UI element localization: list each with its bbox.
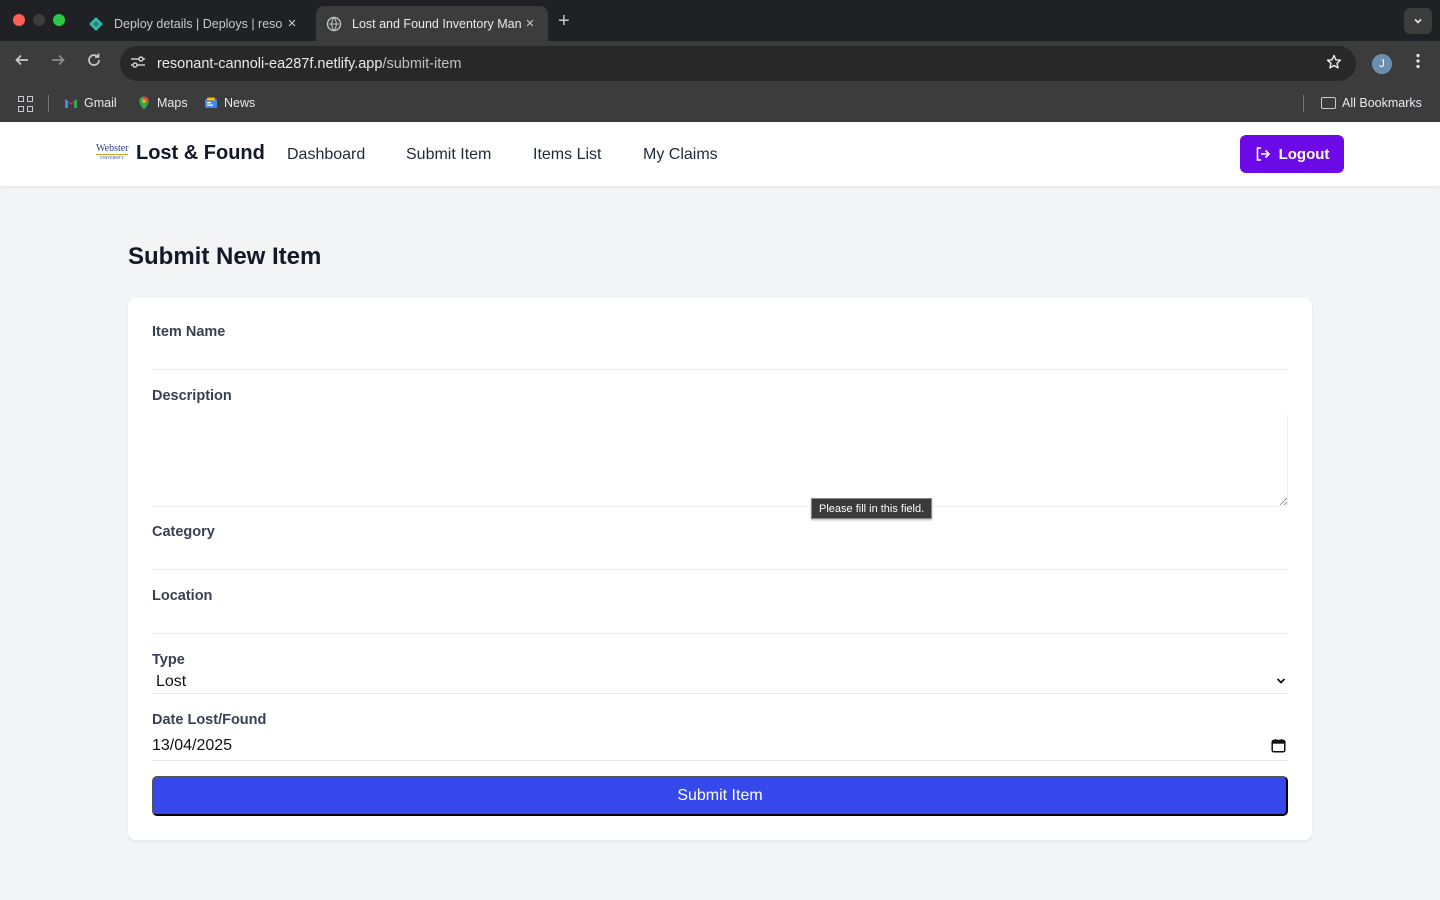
resize-handle-icon[interactable]	[1279, 497, 1288, 506]
profile-avatar[interactable]: J	[1372, 54, 1392, 74]
back-arrow-icon[interactable]	[11, 52, 33, 73]
bookmark-gmail[interactable]: Gmail	[64, 96, 117, 110]
type-select[interactable]: Lost	[152, 672, 1288, 694]
minimize-window-button[interactable]	[33, 14, 45, 26]
browser-menu-icon[interactable]	[1410, 53, 1426, 74]
bookmark-star-icon[interactable]	[1326, 54, 1342, 75]
maps-icon	[139, 96, 149, 110]
browser-tab-bar: Deploy details | Deploys | reso × Lost a…	[0, 0, 1440, 41]
globe-icon	[326, 16, 342, 31]
nav-items-list[interactable]: Items List	[533, 146, 601, 164]
close-tab-icon[interactable]: ×	[284, 15, 300, 32]
category-input[interactable]	[152, 548, 1288, 570]
forward-arrow-icon[interactable]	[47, 52, 69, 73]
app-header: Webster UNIVERSITY Lost & Found Dashboard…	[0, 122, 1440, 186]
tab-search-chevron-icon[interactable]	[1404, 8, 1432, 34]
bookmarks-bar: Gmail Maps News All Bookmarks	[0, 86, 1440, 122]
type-label: Type	[152, 652, 185, 668]
apps-grid-icon[interactable]	[18, 96, 34, 112]
validation-tooltip: Please fill in this field.	[811, 498, 933, 519]
reload-icon[interactable]	[83, 52, 105, 73]
nav-my-claims[interactable]: My Claims	[643, 146, 718, 164]
bookmark-label: Maps	[157, 96, 188, 110]
description-label: Description	[152, 388, 232, 404]
date-input[interactable]: 13/04/2025	[152, 735, 1288, 761]
item-name-label: Item Name	[152, 324, 226, 340]
bookmark-label: Gmail	[84, 96, 117, 110]
nav-dashboard[interactable]: Dashboard	[287, 146, 365, 164]
browser-toolbar: resonant-cannoli-ea287f.netlify.app/subm…	[0, 41, 1440, 86]
gmail-icon	[65, 99, 77, 108]
folder-icon	[1321, 97, 1336, 109]
bookmark-separator	[1303, 95, 1304, 112]
logout-icon	[1256, 147, 1270, 161]
all-bookmarks-button[interactable]: All Bookmarks	[1321, 96, 1422, 110]
date-label: Date Lost/Found	[152, 712, 267, 728]
address-bar[interactable]: resonant-cannoli-ea287f.netlify.app/subm…	[120, 46, 1356, 81]
url-text: resonant-cannoli-ea287f.netlify.app/subm…	[157, 55, 462, 72]
tab-lost-and-found[interactable]: Lost and Found Inventory Man ×	[316, 6, 548, 41]
item-name-input[interactable]	[152, 348, 1288, 370]
category-label: Category	[152, 524, 215, 540]
close-tab-icon[interactable]: ×	[522, 15, 538, 32]
bookmark-separator	[48, 95, 49, 112]
chevron-down-icon	[1276, 678, 1286, 684]
location-input[interactable]	[152, 612, 1288, 634]
bookmark-maps[interactable]: Maps	[137, 96, 188, 110]
location-label: Location	[152, 588, 213, 604]
date-value: 13/04/2025	[152, 737, 233, 754]
tab-deploy-details[interactable]: Deploy details | Deploys | reso ×	[78, 6, 310, 41]
logout-label: Logout	[1278, 145, 1330, 163]
close-window-button[interactable]	[13, 14, 25, 26]
submit-item-button[interactable]: Submit Item	[152, 776, 1288, 816]
bookmark-news[interactable]: News	[204, 96, 255, 110]
tab-title: Deploy details | Deploys | reso	[114, 16, 283, 31]
bookmark-label: News	[224, 96, 256, 110]
type-selected-value: Lost	[156, 673, 187, 690]
tab-title: Lost and Found Inventory Man	[352, 16, 522, 31]
maximize-window-button[interactable]	[53, 14, 65, 26]
news-icon	[205, 97, 217, 108]
calendar-icon[interactable]	[1271, 738, 1286, 753]
page-title: Submit New Item	[128, 243, 322, 270]
description-textarea[interactable]	[152, 414, 1288, 507]
new-tab-icon[interactable]: +	[558, 10, 570, 33]
all-bookmarks-label: All Bookmarks	[1342, 96, 1422, 110]
submit-item-form: Item Name Description Category Location …	[128, 298, 1312, 840]
site-settings-icon[interactable]	[130, 55, 148, 72]
brand-title[interactable]: Lost & Found	[136, 142, 265, 165]
logout-button[interactable]: Logout	[1240, 135, 1344, 173]
netlify-icon	[89, 16, 103, 31]
university-logo[interactable]: Webster UNIVERSITY	[96, 144, 129, 162]
nav-submit-item[interactable]: Submit Item	[406, 146, 491, 164]
